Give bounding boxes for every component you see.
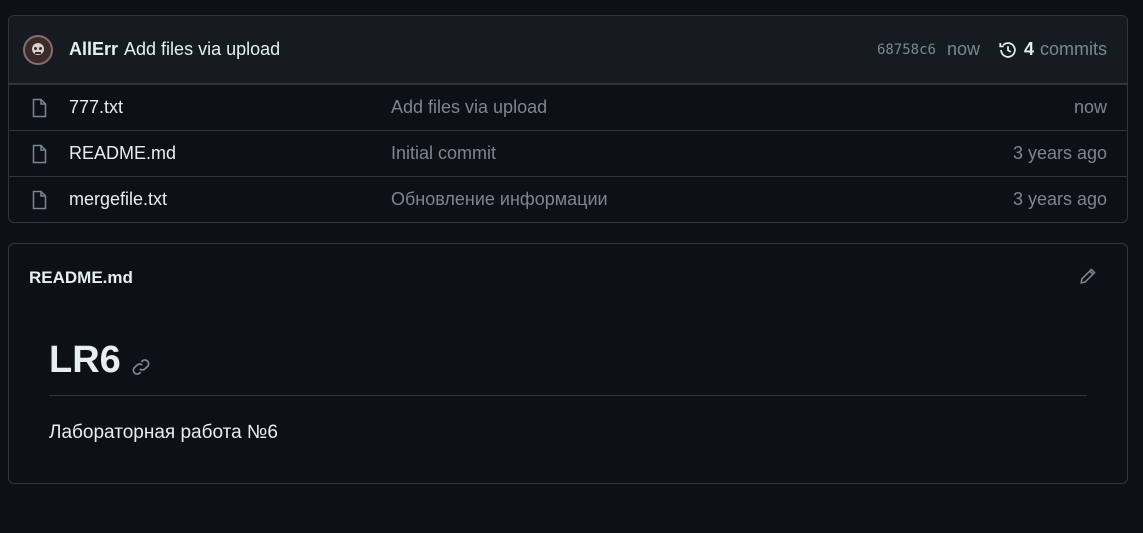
commit-sha-link[interactable]: 68758c6	[877, 42, 936, 58]
readme-content: LR6 Лабораторная работа №6	[9, 312, 1127, 444]
link-icon[interactable]	[131, 344, 151, 387]
file-commit-message-link[interactable]: Add files via upload	[391, 97, 1074, 118]
latest-commit-bar: AllErr Add files via upload 68758c6 now …	[9, 16, 1127, 84]
readme-title-link[interactable]: README.md	[29, 268, 1079, 288]
file-age: now	[1073, 97, 1107, 117]
readme-header: README.md	[9, 244, 1127, 312]
file-age: 3 years ago	[1012, 189, 1107, 209]
readme-box: README.md LR6 Лабораторная работа №6	[8, 243, 1128, 484]
file-commit-message-link[interactable]: Обновление информации	[391, 189, 1013, 210]
file-row: 777.txt Add files via upload now	[9, 84, 1127, 130]
commit-author-link[interactable]: AllErr	[69, 39, 118, 60]
file-row: mergefile.txt Обновление информации 3 ye…	[9, 176, 1127, 222]
file-name-link[interactable]: README.md	[69, 143, 391, 164]
commit-history-link[interactable]: 4 commits	[998, 39, 1107, 60]
commit-time: now	[946, 39, 980, 59]
file-icon	[31, 98, 51, 118]
file-name-link[interactable]: 777.txt	[69, 97, 391, 118]
commit-count: 4	[1023, 39, 1034, 59]
readme-paragraph: Лабораторная работа №6	[49, 422, 278, 443]
author-avatar[interactable]	[23, 34, 53, 65]
file-age: 3 years ago	[1012, 143, 1107, 163]
pencil-icon[interactable]	[1079, 267, 1097, 290]
file-row: README.md Initial commit 3 years ago	[9, 130, 1127, 176]
readme-heading-text: LR6	[49, 339, 121, 381]
commits-label: commits	[1040, 39, 1107, 59]
commit-message-link[interactable]: Add files via upload	[124, 39, 280, 60]
file-icon	[31, 144, 51, 164]
file-list-box: AllErr Add files via upload 68758c6 now …	[8, 15, 1128, 223]
file-name-link[interactable]: mergefile.txt	[69, 189, 391, 210]
history-icon	[999, 41, 1016, 58]
file-commit-message-link[interactable]: Initial commit	[391, 143, 1013, 164]
file-icon	[31, 190, 51, 210]
readme-heading: LR6	[49, 336, 1087, 396]
